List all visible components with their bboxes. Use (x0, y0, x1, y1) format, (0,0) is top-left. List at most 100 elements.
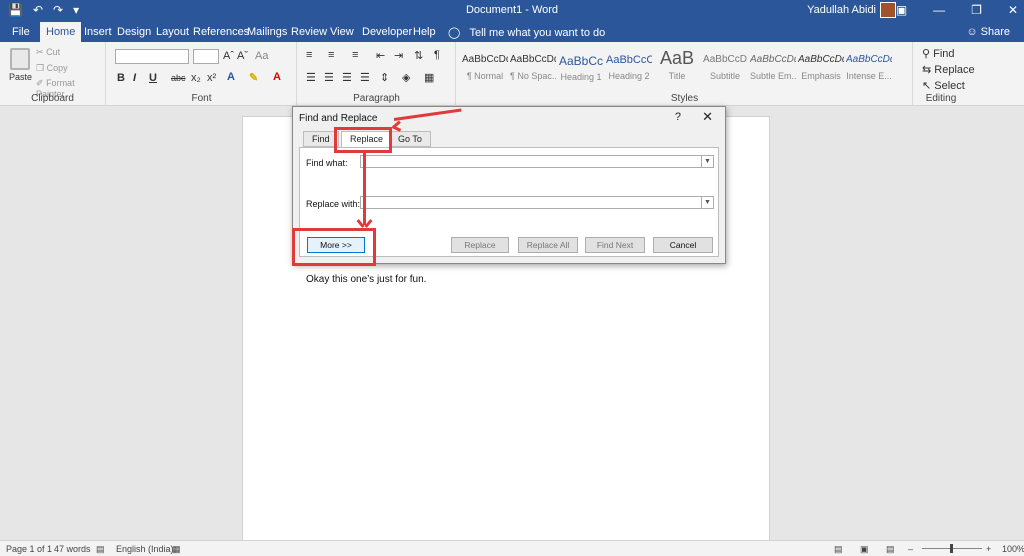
zoom-level[interactable]: 100% (1002, 544, 1024, 554)
grow-font-button[interactable]: Aˆ (223, 50, 234, 62)
style-sample: AaB (659, 48, 695, 68)
text-effects-icon[interactable]: A (227, 71, 235, 83)
pilcrow-icon[interactable]: ¶ (434, 49, 440, 61)
dialog-close-button[interactable]: ✕ (702, 109, 713, 125)
close-icon[interactable]: ✕ (1008, 3, 1018, 17)
replace-button[interactable]: ⇆ Replace (922, 63, 975, 76)
web-layout-icon[interactable]: ▤ (886, 544, 895, 555)
line-spacing-icon[interactable]: ⇕ (380, 71, 389, 84)
dialog-tab-goto[interactable]: Go To (389, 131, 431, 147)
underline-button[interactable]: U (149, 72, 157, 84)
change-case-button[interactable]: Aa (255, 50, 268, 62)
subscript-button[interactable]: x₂ (191, 72, 201, 84)
user-name[interactable]: Yadullah Abidi (807, 4, 876, 16)
shading-icon[interactable]: ◈ (402, 71, 410, 84)
status-bar: Page 1 of 1 47 words ▤ English (India) ▦… (0, 540, 1024, 556)
style-sample: AaBbCcDd (462, 54, 508, 65)
align-left-icon[interactable]: ☰ (306, 71, 316, 84)
tab-help[interactable]: Help (407, 22, 442, 42)
language[interactable]: English (India) (116, 544, 174, 554)
editing-label: Editing (925, 93, 957, 104)
accessibility-icon[interactable]: ▦ (172, 544, 181, 555)
decrease-indent-icon[interactable]: ⇤ (376, 49, 385, 62)
person-icon: ☺ (966, 26, 978, 38)
find-next-button[interactable]: Find Next (585, 237, 645, 253)
tell-me-search[interactable]: ◯ Tell me what you want to do (448, 26, 605, 39)
borders-icon[interactable]: ▦ (424, 71, 434, 84)
share-label: Share (980, 26, 1010, 38)
zoom-out-icon[interactable]: – (908, 544, 913, 554)
annotation-arrow (363, 153, 366, 225)
bold-button[interactable]: B (117, 72, 125, 84)
replace-with-input[interactable]: ▼ (360, 196, 714, 209)
print-layout-icon[interactable]: ▣ (860, 544, 869, 555)
word-count[interactable]: 47 words (54, 544, 91, 554)
font-label: Font (191, 93, 212, 104)
tab-file[interactable]: File (6, 22, 36, 42)
style-title[interactable]: AaB Title (654, 48, 700, 86)
tab-view[interactable]: View (324, 22, 360, 42)
sort-icon[interactable]: ⇅ (414, 49, 423, 62)
zoom-thumb[interactable] (950, 544, 953, 553)
restore-icon[interactable]: ❐ (971, 3, 982, 17)
page-count[interactable]: Page 1 of 1 (6, 544, 52, 554)
style-subtitle[interactable]: AaBbCcD Subtitle (702, 48, 748, 86)
style-subtle-emphasis[interactable]: AaBbCcDd Subtle Em... (750, 48, 796, 86)
font-size-combo[interactable] (193, 49, 219, 64)
select-button[interactable]: ↖ Select (922, 79, 965, 92)
cut-label: Cut (46, 47, 61, 57)
style-name: ¶ Normal (466, 71, 504, 81)
document-text[interactable]: Okay this one’s just for fun. (306, 274, 426, 285)
minimize-icon[interactable]: — (933, 3, 945, 17)
paragraph-group: ≡ ≡ ≡ ⇤ ⇥ ⇅ ¶ ☰ ☰ ☰ ☰ ⇕ ◈ ▦ Paragraph (298, 42, 456, 106)
paste-button[interactable]: Paste (9, 72, 32, 82)
style-sample: AaBbCc (558, 54, 604, 68)
zoom-in-icon[interactable]: + (986, 544, 991, 554)
paragraph-label: Paragraph (353, 93, 400, 104)
style-heading-1[interactable]: AaBbCc Heading 1 (558, 48, 604, 86)
style-normal[interactable]: AaBbCcDd ¶ Normal (462, 48, 508, 86)
style-intense-emphasis[interactable]: AaBbCcDd Intense E... (846, 48, 892, 86)
bullets-icon[interactable]: ≡ (306, 49, 312, 61)
cancel-button[interactable]: Cancel (653, 237, 713, 253)
highlight-icon[interactable]: ✎ (249, 71, 258, 84)
style-no-spacing[interactable]: AaBbCcDd ¶ No Spac... (510, 48, 556, 86)
style-name: Title (668, 71, 686, 81)
font-name-combo[interactable] (115, 49, 189, 64)
dialog-replace-button[interactable]: Replace (451, 237, 509, 253)
multilevel-list-icon[interactable]: ≡ (352, 49, 358, 61)
justify-icon[interactable]: ☰ (360, 71, 370, 84)
styles-label: Styles (670, 93, 699, 104)
replace-all-button[interactable]: Replace All (518, 237, 578, 253)
font-color-icon[interactable]: A (273, 71, 281, 83)
shrink-font-button[interactable]: Aˇ (237, 50, 248, 62)
proofing-icon[interactable]: ▤ (96, 544, 105, 555)
style-sample: AaBbCcDd (846, 54, 892, 65)
find-label: Find (933, 48, 955, 60)
numbering-icon[interactable]: ≡ (328, 49, 334, 61)
help-button[interactable]: ? (675, 111, 681, 123)
italic-button[interactable]: I (133, 72, 136, 84)
share-button[interactable]: ☺ Share (966, 26, 1010, 38)
style-sample: AaBbCcC (606, 54, 652, 66)
ribbon-display-icon[interactable]: ▣ (896, 3, 907, 17)
scissors-icon: ✂ (36, 47, 44, 57)
chevron-down-icon[interactable]: ▼ (701, 197, 713, 208)
cut-button[interactable]: ✂ Cut (36, 47, 60, 58)
style-heading-2[interactable]: AaBbCcC Heading 2 (606, 48, 652, 86)
paste-icon[interactable] (10, 48, 30, 70)
tab-home[interactable]: Home (40, 22, 82, 42)
find-what-input[interactable]: ▼ (360, 155, 714, 168)
style-emphasis[interactable]: AaBbCcDd Emphasis (798, 48, 844, 86)
focus-mode-icon[interactable]: ▤ (834, 544, 843, 555)
superscript-button[interactable]: x² (207, 72, 216, 84)
align-center-icon[interactable]: ☰ (324, 71, 334, 84)
chevron-down-icon[interactable]: ▼ (701, 156, 713, 167)
strikethrough-button[interactable]: abc (171, 73, 186, 83)
avatar[interactable] (880, 2, 896, 18)
find-button[interactable]: ⚲ Find (922, 47, 955, 60)
align-right-icon[interactable]: ☰ (342, 71, 352, 84)
increase-indent-icon[interactable]: ⇥ (394, 49, 403, 62)
style-name: Heading 2 (608, 71, 650, 81)
copy-button[interactable]: ❐ Copy (36, 63, 68, 74)
